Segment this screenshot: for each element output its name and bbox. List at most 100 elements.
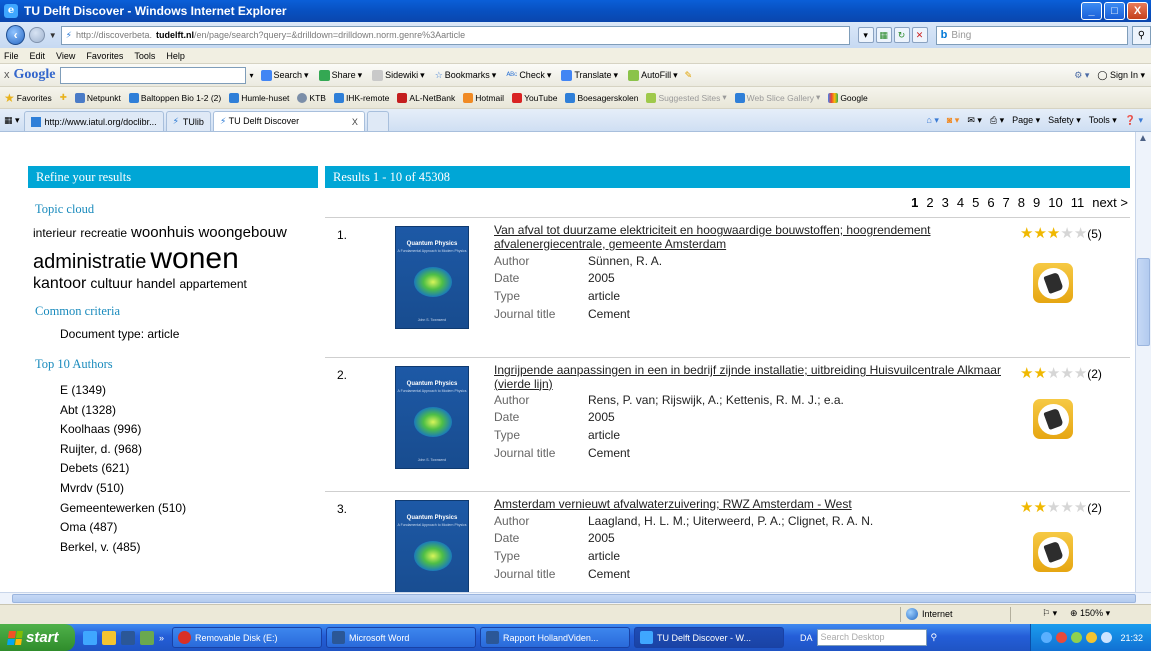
- google-autofill-button[interactable]: AutoFill ▾: [625, 69, 681, 81]
- fav-ihk-remote[interactable]: IHK-remote: [333, 92, 389, 103]
- result-title-link[interactable]: Ingrijpende aanpassingen in een in bedri…: [494, 363, 1014, 391]
- menu-file[interactable]: File: [4, 51, 19, 61]
- window-titlebar[interactable]: e TU Delft Discover - Windows Internet E…: [0, 0, 1151, 22]
- star-icon[interactable]: ★: [1047, 366, 1060, 381]
- author-link[interactable]: Koolhaas (996): [60, 420, 318, 440]
- star-icon[interactable]: ★: [1060, 226, 1073, 241]
- author-link[interactable]: Gemeentewerken (510): [60, 499, 318, 519]
- page-link[interactable]: 9: [1033, 195, 1040, 210]
- volume-tray-icon[interactable]: [1071, 632, 1083, 643]
- page-link[interactable]: 6: [987, 195, 994, 210]
- page-link[interactable]: 8: [1018, 195, 1025, 210]
- page-link[interactable]: 1: [911, 195, 918, 210]
- menu-view[interactable]: View: [56, 51, 75, 61]
- sign-in-link[interactable]: ◯ Sign In ▾: [1097, 70, 1145, 81]
- help-icon[interactable]: ❓ ▾: [1125, 115, 1143, 126]
- task-removable-disk[interactable]: Removable Disk (E:): [172, 627, 323, 648]
- favorites-button[interactable]: ★ Favorites: [4, 91, 52, 105]
- fav-web-slice-gallery[interactable]: Web Slice Gallery ▾: [734, 92, 820, 103]
- google-translate-button[interactable]: Translate ▾: [558, 69, 621, 81]
- mail-icon[interactable]: ✉ ▾: [967, 115, 982, 126]
- google-search-button[interactable]: Search ▾: [258, 69, 312, 81]
- print-icon[interactable]: ⎙ ▾: [990, 115, 1004, 126]
- more-quicklaunch-icon[interactable]: »: [159, 633, 164, 643]
- page-link[interactable]: 7: [1003, 195, 1010, 210]
- vertical-scrollbar[interactable]: ▲: [1135, 132, 1151, 592]
- author-link[interactable]: Ruijter, d. (968): [60, 440, 318, 460]
- word-quicklaunch-icon[interactable]: [121, 630, 135, 645]
- tab-iatul[interactable]: http://www.iatul.org/doclibr...: [23, 111, 164, 131]
- star-icon[interactable]: ★: [1047, 500, 1060, 515]
- add-favorite-icon[interactable]: ✚: [60, 92, 67, 103]
- book-format-icon[interactable]: [1033, 532, 1073, 572]
- menu-help[interactable]: Help: [166, 51, 185, 61]
- star-icon[interactable]: ★: [1074, 500, 1087, 515]
- address-input[interactable]: ⚡ http://discoverbeta. tudelft.nl/en/page…: [60, 25, 850, 45]
- desktop-search-input[interactable]: Search Desktop: [816, 629, 927, 646]
- task-tu-delft-discover[interactable]: TU Delft Discover - W...: [634, 627, 785, 648]
- google-bookmarks-button[interactable]: ☆ Bookmarks ▾: [432, 70, 500, 81]
- star-icon[interactable]: ★: [1074, 366, 1087, 381]
- topic-cloud-word[interactable]: handel: [136, 276, 175, 291]
- result-title-link[interactable]: Van afval tot duurzame elektriciteit en …: [494, 223, 1014, 251]
- fav-al-netbank[interactable]: AL-NetBank: [397, 92, 455, 103]
- close-button[interactable]: X: [1127, 2, 1148, 20]
- star-icon[interactable]: ★: [1033, 226, 1046, 241]
- topic-cloud-word[interactable]: woongebouw: [198, 224, 286, 241]
- fav-google[interactable]: Google: [828, 92, 868, 103]
- search-icon[interactable]: ⚲: [1131, 25, 1151, 45]
- compat-view-icon[interactable]: ▦: [875, 27, 892, 43]
- menu-favorites[interactable]: Favorites: [86, 51, 123, 61]
- page-link[interactable]: 3: [942, 195, 949, 210]
- topic-cloud-word[interactable]: appartement: [179, 277, 246, 291]
- minimize-button[interactable]: _: [1081, 2, 1102, 20]
- next-page-link[interactable]: next >: [1092, 195, 1128, 210]
- safety-menu[interactable]: Safety ▾: [1048, 115, 1081, 126]
- wrench-icon[interactable]: ✎: [685, 70, 693, 81]
- hscroll-thumb[interactable]: [12, 594, 1136, 603]
- result-title-link[interactable]: Amsterdam vernieuwt afvalwaterzuivering;…: [494, 497, 1014, 512]
- desktop-search-icon[interactable]: ⚲: [931, 632, 938, 643]
- scroll-thumb[interactable]: [1137, 258, 1150, 346]
- google-toolbar-close[interactable]: x: [4, 69, 10, 81]
- page-link[interactable]: 2: [926, 195, 933, 210]
- topic-cloud-word[interactable]: kantoor: [33, 275, 86, 292]
- task-microsoft-word[interactable]: Microsoft Word: [326, 627, 477, 648]
- zoom-level[interactable]: ⊕ 150% ▾: [1070, 608, 1110, 619]
- google-share-button[interactable]: Share ▾: [316, 69, 366, 81]
- book-cover-thumbnail[interactable]: Quantum Physics A Fundamental Approach to…: [395, 500, 469, 592]
- tab-tu-delft-discover[interactable]: ⚡ TU Delft Discover X: [212, 111, 365, 131]
- menu-tools[interactable]: Tools: [134, 51, 155, 61]
- topic-cloud-word[interactable]: cultuur: [90, 275, 132, 291]
- antivirus-tray-icon[interactable]: [1056, 632, 1068, 643]
- fav-boesagerskolen[interactable]: Boesagerskolen: [565, 92, 638, 103]
- book-format-icon[interactable]: [1033, 399, 1073, 439]
- star-icon[interactable]: ★: [1047, 226, 1060, 241]
- google-search-input[interactable]: [59, 66, 246, 84]
- history-dropdown-icon[interactable]: ▼: [49, 31, 57, 40]
- search-input[interactable]: b Bing: [935, 25, 1128, 45]
- horizontal-scrollbar[interactable]: [0, 592, 1151, 604]
- tab-tulib[interactable]: ⚡ TUlib: [165, 111, 211, 131]
- book-format-icon[interactable]: [1033, 263, 1073, 303]
- quick-tabs-icon[interactable]: ▦ ▾: [4, 115, 20, 126]
- star-icon[interactable]: ★: [1020, 226, 1033, 241]
- close-tab-icon[interactable]: X: [352, 117, 358, 127]
- start-button[interactable]: start: [0, 624, 75, 651]
- menu-edit[interactable]: Edit: [30, 51, 46, 61]
- topic-cloud-word[interactable]: woonhuis: [131, 224, 194, 241]
- outlook-quicklaunch-icon[interactable]: [102, 630, 116, 645]
- battery-tray-icon[interactable]: [1101, 632, 1113, 643]
- fav-humle-huset[interactable]: Humle-huset: [229, 92, 289, 103]
- fav-suggested-sites[interactable]: Suggested Sites ▾: [646, 92, 727, 103]
- refresh-icon[interactable]: ↻: [893, 27, 910, 43]
- maximize-button[interactable]: □: [1104, 2, 1125, 20]
- google-settings-icon[interactable]: ⚙ ▾: [1074, 70, 1089, 81]
- fav-youtube[interactable]: YouTube: [512, 92, 557, 103]
- back-button[interactable]: ‹: [6, 25, 26, 45]
- star-icon[interactable]: ★: [1020, 366, 1033, 381]
- author-link[interactable]: Mvrdv (510): [60, 479, 318, 499]
- star-icon[interactable]: ★: [1020, 500, 1033, 515]
- star-icon[interactable]: ★: [1033, 366, 1046, 381]
- stop-icon[interactable]: ✕: [911, 27, 928, 43]
